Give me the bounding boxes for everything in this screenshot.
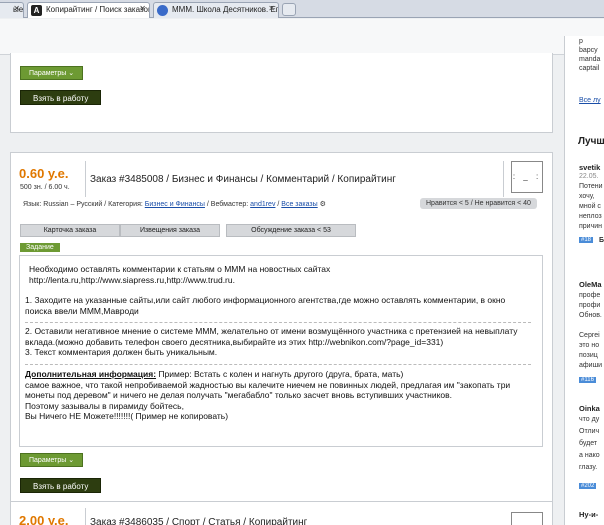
webmaster-label: Вебмастер: bbox=[210, 201, 249, 208]
sidebar-entry-line: будет bbox=[579, 440, 598, 447]
extra-info-label: Дополнительная информация: bbox=[25, 369, 157, 379]
site-favicon-icon bbox=[157, 5, 168, 16]
sidebar-entry-line: мной с bbox=[579, 203, 601, 210]
params-label: Параметры bbox=[29, 457, 67, 464]
sidebar-entry-line: позиц bbox=[579, 352, 598, 359]
order-price: 0.60 у.е. bbox=[19, 166, 69, 181]
rating-badge[interactable]: Нравится < 5 / Не нравится < 40 bbox=[420, 198, 537, 209]
sidebar-entry-date: 22.05. bbox=[579, 173, 599, 180]
sidebar-entry-line: глазу. bbox=[579, 464, 598, 471]
task-item-1: 1. Заходите на указанные сайты,или сайт … bbox=[25, 295, 506, 316]
chevron-down-icon: ⌄ bbox=[68, 457, 75, 464]
params-label: Параметры bbox=[29, 70, 67, 77]
sidebar-entry-line: Сергеі bbox=[579, 332, 600, 339]
divider bbox=[85, 508, 86, 525]
divider bbox=[503, 161, 504, 197]
separator bbox=[25, 322, 531, 323]
tab-title: Копирайтинг / Поиск заказов bbox=[46, 5, 150, 14]
tab-order-notifications[interactable]: Извещения заказа bbox=[120, 224, 220, 237]
order-title[interactable]: Заказ #3485008 / Бизнес и Финансы / Комм… bbox=[90, 174, 396, 185]
all-link[interactable]: Все лу bbox=[579, 97, 601, 104]
browser-tab-1[interactable]: ые ✕ bbox=[0, 2, 24, 18]
divider bbox=[85, 161, 86, 197]
category-label: Категория: bbox=[108, 201, 143, 208]
params-button[interactable]: Параметры ⌄ bbox=[20, 66, 84, 80]
avatar[interactable]: : _ : bbox=[511, 512, 543, 525]
sidebar-entry-line: профи bbox=[579, 302, 601, 309]
settings-icon[interactable]: ⚙ bbox=[320, 201, 326, 208]
browser-tab-bar: ые ✕ A Копирайтинг / Поиск заказов ✕ МММ… bbox=[0, 0, 604, 18]
page-content: Параметры ⌄ Взять в работу 0.60 у.е. 500… bbox=[0, 19, 604, 525]
chevron-down-icon: ⌄ bbox=[68, 70, 75, 77]
sidebar-entry-line: а нако bbox=[579, 452, 600, 459]
top-strip bbox=[0, 19, 604, 55]
order-title[interactable]: Заказ #3486035 / Спорт / Статья / Копира… bbox=[90, 517, 307, 525]
close-icon[interactable]: ✕ bbox=[268, 4, 275, 13]
task-extra: Дополнительная информация: Пример: Встат… bbox=[25, 369, 539, 422]
sidebar-entry-name[interactable]: Ну-и- bbox=[579, 510, 598, 519]
avatar[interactable]: : _ : bbox=[511, 161, 543, 193]
sidebar-entry-line: афиши bbox=[579, 362, 603, 369]
task-box: Необходимо оставлять комментарии к стать… bbox=[19, 255, 543, 447]
sidebar-line: р bbox=[579, 38, 583, 45]
sidebar-line: manda bbox=[579, 56, 601, 63]
comment-count-badge[interactable]: #202 bbox=[579, 483, 597, 489]
sidebar-entry-line: неплоз bbox=[579, 213, 602, 220]
tab-order-discussion[interactable]: Обсуждение заказа < 53 bbox=[226, 224, 356, 237]
order-price-details: 500 зн. / 6.00 ч. bbox=[20, 184, 70, 191]
sidebar-entry-line: причин bbox=[579, 223, 603, 230]
sidebar-entry-name[interactable]: OleMa bbox=[579, 280, 602, 289]
sidebar-heading: Лучш bbox=[578, 136, 604, 147]
sidebar-line: bapcy bbox=[579, 47, 598, 54]
sidebar-entry-line: Потени bbox=[579, 183, 603, 190]
sidebar-entry-line: профе bbox=[579, 292, 601, 299]
tab-title: МММ. Школа Десятников. Ег bbox=[172, 5, 279, 14]
params-button[interactable]: Параметры ⌄ bbox=[20, 453, 84, 467]
take-work-button[interactable]: Взять в работу bbox=[20, 478, 102, 493]
sidebar-entry-line: Отлич bbox=[579, 428, 600, 435]
webmaster-link[interactable]: and1rev bbox=[250, 201, 275, 208]
order-meta: Язык: Russian – Русский / Категория: Биз… bbox=[23, 201, 326, 208]
take-work-button[interactable]: Взять в работу bbox=[20, 90, 102, 105]
sidebar-entry-name[interactable]: svetik bbox=[579, 163, 600, 172]
lang-label: Язык: bbox=[23, 201, 42, 208]
comment-count-badge[interactable]: #116 bbox=[579, 377, 596, 383]
task-intro: Необходимо оставлять комментарии к стать… bbox=[29, 264, 331, 285]
sidebar-line: captail bbox=[579, 65, 600, 72]
category-link[interactable]: Бизнес и Финансы bbox=[145, 201, 205, 208]
tab-order-card[interactable]: Карточка заказа bbox=[20, 224, 120, 237]
right-sidebar: р bapcy manda captail Все лу Лучш svetik… bbox=[564, 36, 604, 525]
all-orders-link[interactable]: Все заказы bbox=[281, 201, 317, 208]
task-item-2: 2. Оставили негативное мнение о системе … bbox=[25, 326, 518, 357]
close-icon[interactable]: ✕ bbox=[13, 4, 20, 13]
next-order-card: 2.00 у.е. Заказ #3486035 / Спорт / Стать… bbox=[10, 501, 553, 525]
new-tab-button[interactable] bbox=[282, 3, 296, 16]
previous-order-card: Параметры ⌄ Взять в работу bbox=[10, 53, 553, 133]
task-label: Задание bbox=[20, 243, 60, 252]
close-icon[interactable]: ✕ bbox=[139, 4, 146, 13]
separator bbox=[25, 364, 531, 365]
sidebar-entry-line: что ду bbox=[579, 416, 600, 423]
sidebar-entry-line: это но bbox=[579, 342, 600, 349]
order-price: 2.00 у.е. bbox=[19, 513, 69, 525]
sidebar-entry-name[interactable]: Oinka bbox=[579, 404, 600, 413]
browser-tab-2[interactable]: A Копирайтинг / Поиск заказов ✕ bbox=[27, 2, 150, 18]
badge-extra: Б bbox=[599, 237, 604, 244]
browser-tab-3[interactable]: МММ. Школа Десятников. Ег ✕ bbox=[153, 2, 279, 18]
sidebar-entry-line: Обнов. bbox=[579, 312, 602, 319]
comment-count-badge[interactable]: #18 bbox=[579, 237, 594, 243]
sidebar-entry-line: хочу, bbox=[579, 193, 595, 200]
site-favicon-icon: A bbox=[31, 5, 42, 16]
lang-value: Russian – Русский bbox=[43, 201, 103, 208]
